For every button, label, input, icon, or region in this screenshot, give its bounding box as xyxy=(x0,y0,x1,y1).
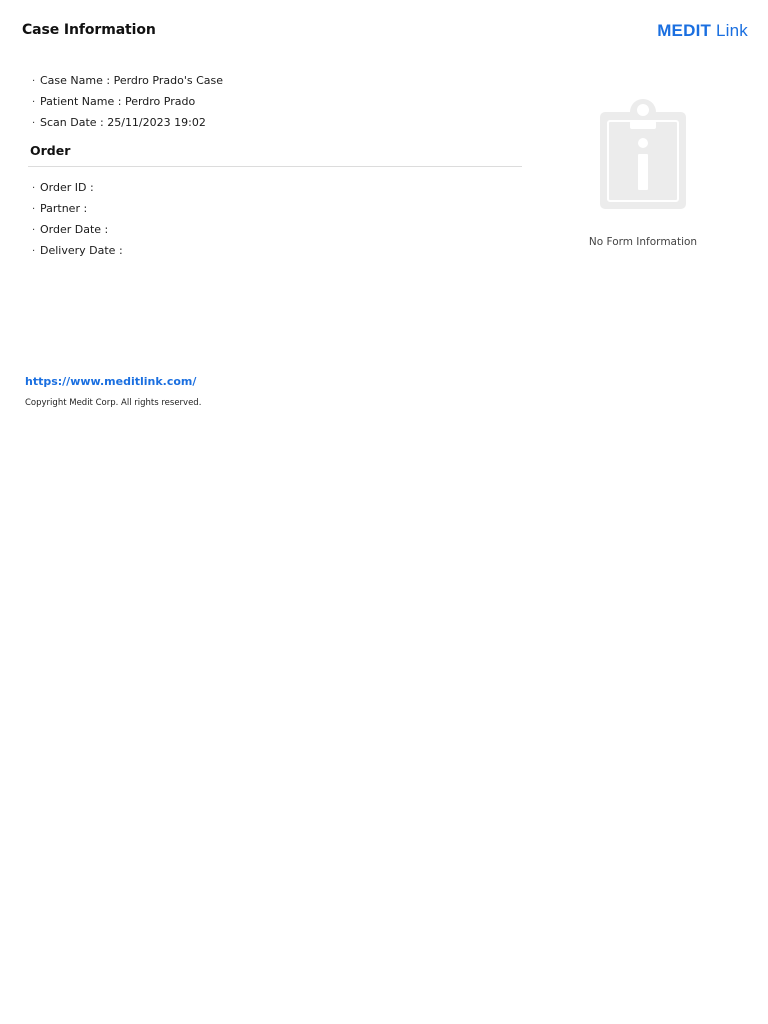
logo-product: Link xyxy=(711,21,748,40)
field-value: Perdro Prado xyxy=(124,95,196,108)
no-form-information-text: No Form Information xyxy=(588,236,698,248)
field-label: Patient Name xyxy=(40,95,115,108)
field-label: Order Date xyxy=(40,223,102,236)
list-item: · Delivery Date : xyxy=(32,244,123,257)
field-label: Partner xyxy=(40,202,80,215)
field-label: Case Name xyxy=(40,74,103,87)
medit-link-logo: MEDIT Link xyxy=(657,21,748,41)
list-item: · Order Date : xyxy=(32,223,109,236)
clipboard-info-icon xyxy=(592,94,694,214)
logo-brand: MEDIT xyxy=(657,21,712,40)
list-item: · Order ID : xyxy=(32,181,94,194)
meditlink-website-link[interactable]: https://www.meditlink.com/ xyxy=(25,375,196,388)
order-info-list: · Order ID : · Partner : · Order Date : · De… xyxy=(32,177,123,261)
list-item: · Partner : xyxy=(32,202,88,215)
field-value: 25/11/2023 19:02 xyxy=(107,116,206,129)
field-label: Scan Date xyxy=(40,116,97,129)
field-label: Order ID xyxy=(40,181,87,194)
list-item: · Patient Name : Perdro Prado xyxy=(32,95,196,108)
order-section-title: Order xyxy=(30,143,71,158)
case-info-list: · Case Name : Perdro Prado's Case · Patien… xyxy=(32,70,223,133)
list-item: · Scan Date : 25/11/2023 19:02 xyxy=(32,116,206,129)
section-divider xyxy=(28,166,522,167)
copyright-text: Copyright Medit Corp. All rights reserve… xyxy=(25,398,202,408)
list-item: · Case Name : Perdro Prado's Case xyxy=(32,74,223,87)
field-label: Delivery Date xyxy=(40,244,116,257)
field-value: Perdro Prado's Case xyxy=(113,74,223,87)
page-title: Case Information xyxy=(22,22,156,38)
